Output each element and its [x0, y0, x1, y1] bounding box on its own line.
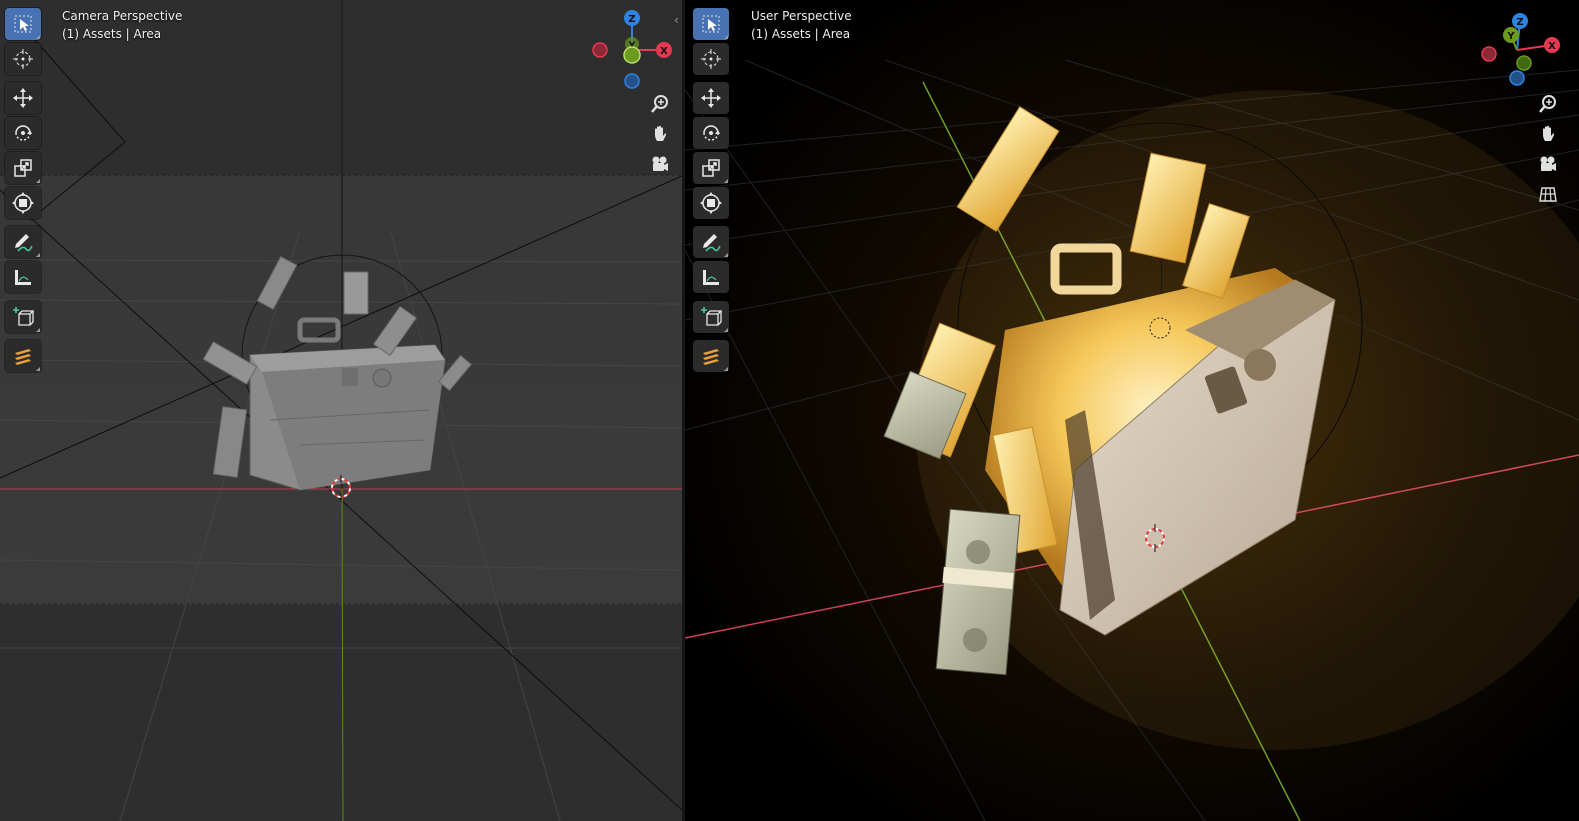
gizmo-x-label: X	[660, 46, 668, 57]
gizmo-neg-z[interactable]	[624, 73, 640, 89]
zoom-icon[interactable]	[647, 91, 673, 117]
hand-pan-icon[interactable]	[1535, 121, 1561, 147]
rotate-icon	[703, 125, 720, 141]
add-cube-tool[interactable]	[693, 301, 729, 333]
viewport-camera-perspective[interactable]: Camera Perspective (1) Assets | Area Z X…	[0, 0, 682, 821]
add-cube-icon	[701, 307, 722, 326]
transform-icon	[700, 192, 722, 214]
stripes-tool[interactable]	[5, 340, 41, 372]
move-tool[interactable]	[693, 82, 729, 114]
select-box-icon	[702, 15, 720, 33]
cursor-icon	[13, 49, 33, 69]
move-tool[interactable]	[5, 82, 41, 114]
viewport-title: User Perspective	[751, 9, 852, 23]
gizmo-z-label: Z	[1516, 17, 1523, 28]
briefcase-model[interactable]	[883, 90, 1579, 750]
viewport-user-perspective[interactable]: User Perspective (1) Assets | Area Z X Y	[685, 0, 1579, 821]
navigation-gizmo[interactable]: Z X Y	[1481, 10, 1567, 90]
measure-tool[interactable]	[693, 261, 729, 293]
gizmo-neg-x[interactable]	[1481, 46, 1497, 62]
viewport-title: Camera Perspective	[62, 9, 183, 23]
navigation-gizmo[interactable]: Z X Y	[588, 6, 678, 92]
stripes-tool-icon	[703, 349, 719, 365]
scale-icon	[14, 159, 32, 177]
measure-icon	[703, 270, 719, 285]
transform-icon	[12, 192, 34, 214]
gizmo-neg-z[interactable]	[1509, 70, 1525, 86]
scale-tool[interactable]	[5, 152, 41, 184]
stripes-tool-icon	[15, 349, 31, 365]
camera-view-icon[interactable]	[647, 151, 673, 177]
cursor-icon	[701, 49, 721, 69]
select-box-tool[interactable]	[693, 8, 729, 40]
annotate-icon	[15, 234, 33, 252]
measure-tool[interactable]	[5, 261, 41, 293]
annotate-icon	[703, 234, 721, 252]
viewport-scene-left[interactable]	[0, 0, 682, 821]
rotate-tool[interactable]	[693, 117, 729, 149]
add-cube-tool[interactable]	[5, 301, 41, 333]
viewport-subtitle: (1) Assets | Area	[751, 27, 851, 41]
gizmo-z-label: Z	[628, 14, 635, 25]
gizmo-neg-y[interactable]	[623, 46, 641, 64]
select-box-tool[interactable]	[5, 8, 41, 40]
scale-tool[interactable]	[693, 152, 729, 184]
cursor-tool[interactable]	[5, 43, 41, 75]
add-cube-icon	[13, 307, 34, 326]
sidebar-collapse-arrow[interactable]: ‹	[674, 13, 679, 27]
rotate-icon	[15, 125, 32, 141]
scale-icon	[702, 159, 720, 177]
hand-pan-icon[interactable]	[647, 121, 673, 147]
rotate-tool[interactable]	[5, 117, 41, 149]
passepartout-bottom	[0, 605, 682, 821]
move-icon	[13, 88, 33, 108]
camera-view-icon[interactable]	[1535, 151, 1561, 177]
zoom-icon[interactable]	[1535, 91, 1561, 117]
gizmo-neg-y[interactable]	[1516, 55, 1532, 71]
gizmo-neg-x[interactable]	[592, 42, 608, 58]
gizmo-y-label: Y	[1506, 31, 1515, 42]
ortho-grid-icon[interactable]	[1535, 181, 1561, 207]
measure-icon	[15, 270, 31, 285]
select-box-icon	[14, 15, 32, 33]
annotate-tool[interactable]	[693, 226, 729, 258]
move-icon	[701, 88, 721, 108]
viewport-subtitle: (1) Assets | Area	[62, 27, 162, 41]
transform-tool[interactable]	[693, 187, 729, 219]
stripes-tool[interactable]	[693, 340, 729, 372]
viewport-scene-right[interactable]	[685, 0, 1579, 821]
annotate-tool[interactable]	[5, 226, 41, 258]
gizmo-x-label: X	[1548, 41, 1556, 52]
cursor-tool[interactable]	[693, 43, 729, 75]
transform-tool[interactable]	[5, 187, 41, 219]
